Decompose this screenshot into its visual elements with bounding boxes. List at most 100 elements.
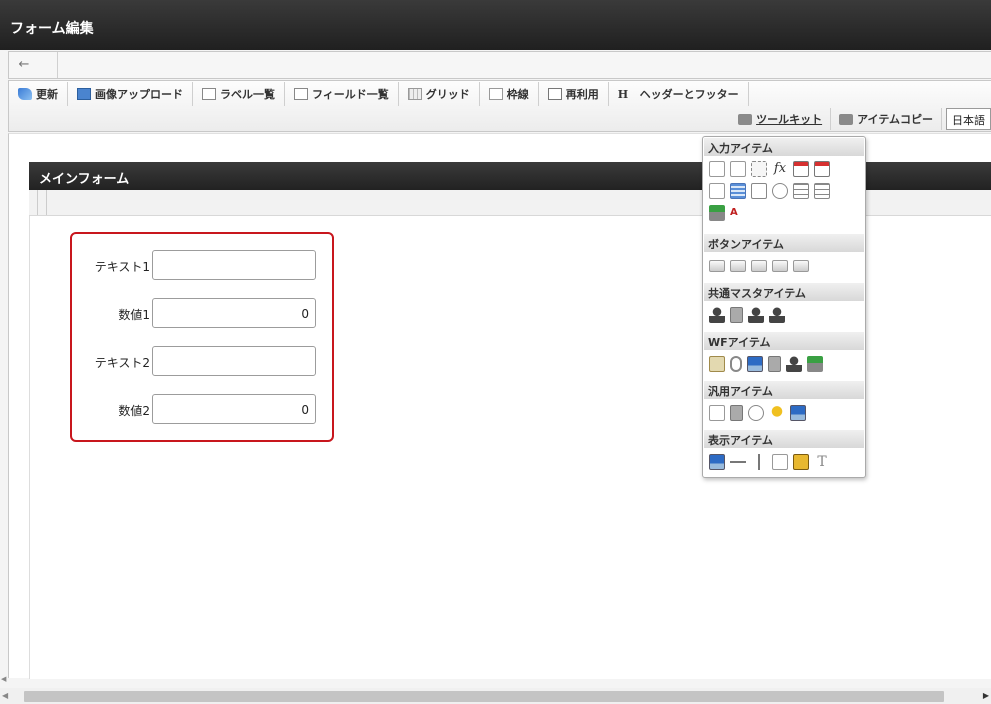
- back-button-icon[interactable]: [751, 260, 767, 272]
- box-icon[interactable]: [772, 454, 788, 470]
- approver-icon[interactable]: [786, 356, 802, 372]
- update-button[interactable]: 更新: [9, 82, 68, 106]
- history-icon[interactable]: [768, 356, 781, 372]
- panel-ruler: [29, 190, 38, 215]
- update-icon: [18, 88, 32, 100]
- grid-icon: [407, 88, 422, 100]
- camera-icon[interactable]: [748, 405, 764, 421]
- palette-row: [709, 405, 811, 423]
- slideshow-icon[interactable]: [790, 405, 806, 421]
- navigation-bar: ←: [8, 51, 991, 79]
- palette-section-button: ボタンアイテム: [704, 234, 864, 252]
- palette-row: [709, 258, 814, 276]
- text2-input[interactable]: [152, 346, 316, 376]
- text-icon[interactable]: T: [814, 454, 830, 470]
- stamp-icon[interactable]: [807, 356, 823, 372]
- attachment-icon[interactable]: [730, 356, 742, 372]
- multi-list-icon[interactable]: [814, 183, 830, 199]
- radio-icon[interactable]: [772, 183, 788, 199]
- formula-icon[interactable]: fx: [772, 161, 788, 177]
- form-row-number2: 数値2 0: [72, 394, 332, 424]
- scrollbar-thumb[interactable]: [24, 691, 944, 702]
- toolkit-label: ツールキット: [756, 113, 823, 126]
- window-titlebar: フォーム編集: [0, 0, 991, 50]
- pulldown-icon[interactable]: [709, 183, 725, 199]
- reuse-label: 再利用: [565, 88, 599, 101]
- next-button-icon[interactable]: [730, 260, 746, 272]
- form-row-number1: 数値1 0: [72, 298, 332, 328]
- field-list-icon: [294, 88, 308, 100]
- palette-row: [709, 183, 835, 201]
- language-select[interactable]: 日本語: [946, 108, 991, 130]
- textarea-icon[interactable]: [730, 161, 746, 177]
- return-button-icon[interactable]: [772, 260, 788, 272]
- reuse-button[interactable]: 再利用: [539, 82, 609, 106]
- reuse-icon: [547, 88, 562, 100]
- checkbox-icon[interactable]: [751, 183, 767, 199]
- header-footer-label: ヘッダーとフッター: [639, 88, 739, 101]
- border-button[interactable]: 枠線: [480, 82, 539, 106]
- scroll-left-icon[interactable]: ◀: [2, 691, 8, 700]
- organization-select-icon[interactable]: [730, 307, 743, 323]
- back-arrow-icon[interactable]: ←: [13, 57, 35, 73]
- forward-button-icon[interactable]: [793, 260, 809, 272]
- update-label: 更新: [36, 88, 58, 101]
- file-upload-icon[interactable]: [709, 205, 725, 221]
- field-label: テキスト1: [94, 260, 150, 274]
- field-label: 数値1: [118, 308, 150, 322]
- palette-section-display: 表示アイテム: [704, 430, 864, 448]
- text-field-icon[interactable]: [709, 161, 725, 177]
- palette-section-general: 汎用アイテム: [704, 381, 864, 399]
- image-upload-icon: [77, 88, 91, 100]
- form-row-text1: テキスト1: [72, 250, 332, 280]
- number-icon[interactable]: [751, 161, 767, 177]
- font-icon[interactable]: A: [730, 205, 746, 221]
- toolbar-secondary-row: ツールキット アイテムコピー 日本語: [730, 107, 991, 131]
- toolkit-button[interactable]: ツールキット: [730, 108, 832, 130]
- scroll-right-icon[interactable]: ▶: [983, 691, 989, 700]
- image-icon[interactable]: [793, 454, 809, 470]
- date-icon[interactable]: [793, 161, 809, 177]
- scroll-left-arrow-icon[interactable]: ◀: [1, 675, 6, 683]
- header-footer-icon: H: [617, 88, 629, 101]
- horizontal-line-icon[interactable]: [730, 454, 746, 470]
- field-label: テキスト2: [94, 356, 150, 370]
- grid-button[interactable]: グリッド: [399, 82, 480, 106]
- toolkit-palette: 入力アイテム fx A ボタンアイテム 共通マスタアイテム WFアイテム 汎用ア…: [702, 136, 866, 478]
- palette-row: A: [709, 205, 751, 223]
- vertical-line-icon[interactable]: [751, 454, 767, 470]
- role-select-icon[interactable]: [748, 307, 764, 323]
- horizontal-scrollbar[interactable]: ◀ ▶: [0, 688, 991, 704]
- field-label: 数値2: [118, 404, 150, 418]
- item-copy-button[interactable]: アイテムコピー: [831, 108, 942, 130]
- label-icon[interactable]: [709, 454, 725, 470]
- company-select-icon[interactable]: [769, 307, 785, 323]
- submit-button-icon[interactable]: [709, 260, 725, 272]
- grid-label: グリッド: [425, 88, 470, 101]
- field-list-button[interactable]: フィールド一覧: [285, 82, 399, 106]
- number1-input[interactable]: 0: [152, 298, 316, 328]
- field-list-label: フィールド一覧: [312, 88, 389, 101]
- workflow-form-icon[interactable]: [709, 356, 725, 372]
- text1-input[interactable]: [152, 250, 316, 280]
- toolkit-icon: [738, 113, 753, 125]
- hidden-icon[interactable]: [709, 405, 725, 421]
- palette-section-master: 共通マスタアイテム: [704, 283, 864, 301]
- user-select-icon[interactable]: [709, 307, 725, 323]
- list-grid-icon[interactable]: [730, 183, 746, 199]
- datetime-icon[interactable]: [814, 161, 830, 177]
- header-footer-button[interactable]: H ヘッダーとフッター: [609, 82, 749, 106]
- image-upload-button[interactable]: 画像アップロード: [68, 82, 193, 106]
- palette-row: T: [709, 454, 835, 472]
- bulb-icon[interactable]: [769, 405, 785, 421]
- nav-divider: [57, 52, 58, 78]
- label-list-button[interactable]: ラベル一覧: [193, 82, 285, 106]
- panel-title: メインフォーム: [39, 172, 130, 187]
- item-copy-label: アイテムコピー: [857, 113, 933, 126]
- image-display-icon[interactable]: [747, 356, 763, 372]
- border-icon: [488, 88, 503, 100]
- number2-input[interactable]: 0: [152, 394, 316, 424]
- listbox-icon[interactable]: [793, 183, 809, 199]
- document-icon[interactable]: [730, 405, 743, 421]
- window-title: フォーム編集: [10, 21, 94, 37]
